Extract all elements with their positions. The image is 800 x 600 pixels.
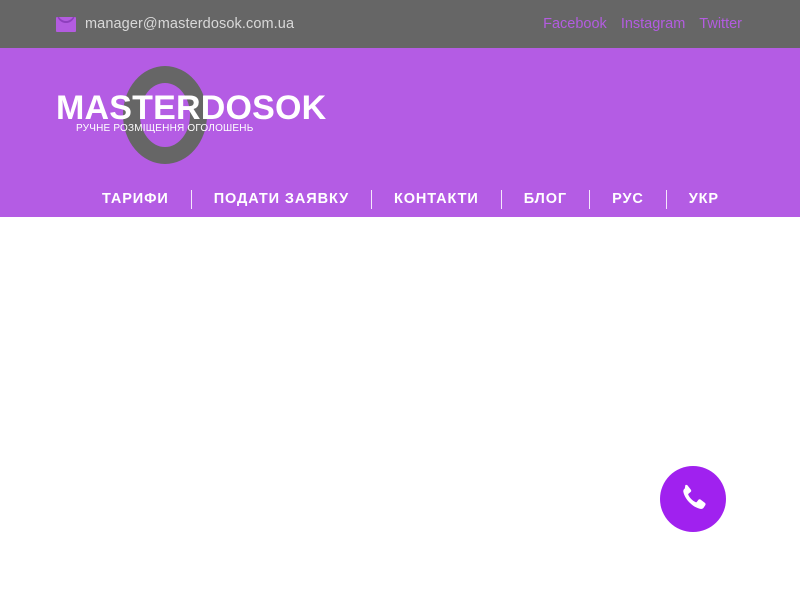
nav-item-blog[interactable]: БЛОГ — [522, 181, 569, 217]
nav-separator — [589, 189, 591, 209]
top-bar: manager@masterdosok.com.ua Facebook Inst… — [0, 0, 800, 48]
nav-item-rus[interactable]: РУС — [610, 181, 646, 217]
nav-item-kontakti[interactable]: КОНТАКТИ — [392, 181, 481, 217]
nav-separator — [665, 189, 667, 209]
nav-item-tarifi[interactable]: ТАРИФИ — [100, 181, 171, 217]
main-content-area — [0, 217, 800, 600]
nav-item-ukr[interactable]: УКР — [687, 181, 721, 217]
email-contact[interactable]: manager@masterdosok.com.ua — [56, 16, 294, 32]
brand-title: MASTERDOSOK — [56, 89, 327, 127]
brand-tagline: РУЧНЕ РОЗМІЩЕННЯ ОГОЛОШЕНЬ — [76, 123, 254, 134]
nav-separator — [190, 189, 192, 209]
phone-icon — [683, 484, 706, 509]
callback-phone-button[interactable] — [660, 466, 726, 532]
social-link-twitter[interactable]: Twitter — [699, 16, 742, 32]
site-header: MASTERDOSOK РУЧНЕ РОЗМІЩЕННЯ ОГОЛОШЕНЬ Т… — [0, 48, 800, 217]
nav-item-podati-zayavku[interactable]: ПОДАТИ ЗАЯВКУ — [212, 181, 351, 217]
social-link-facebook[interactable]: Facebook — [543, 16, 607, 32]
envelope-icon — [56, 16, 76, 32]
social-links: Facebook Instagram Twitter — [543, 16, 742, 32]
main-navigation: ТАРИФИ ПОДАТИ ЗАЯВКУ КОНТАКТИ БЛОГ РУС У… — [100, 181, 721, 217]
nav-separator — [371, 189, 372, 209]
brand-logo[interactable]: MASTERDOSOK РУЧНЕ РОЗМІЩЕННЯ ОГОЛОШЕНЬ — [0, 48, 340, 178]
social-link-instagram[interactable]: Instagram — [621, 16, 685, 32]
nav-separator — [500, 189, 502, 209]
email-address-text: manager@masterdosok.com.ua — [85, 16, 295, 32]
